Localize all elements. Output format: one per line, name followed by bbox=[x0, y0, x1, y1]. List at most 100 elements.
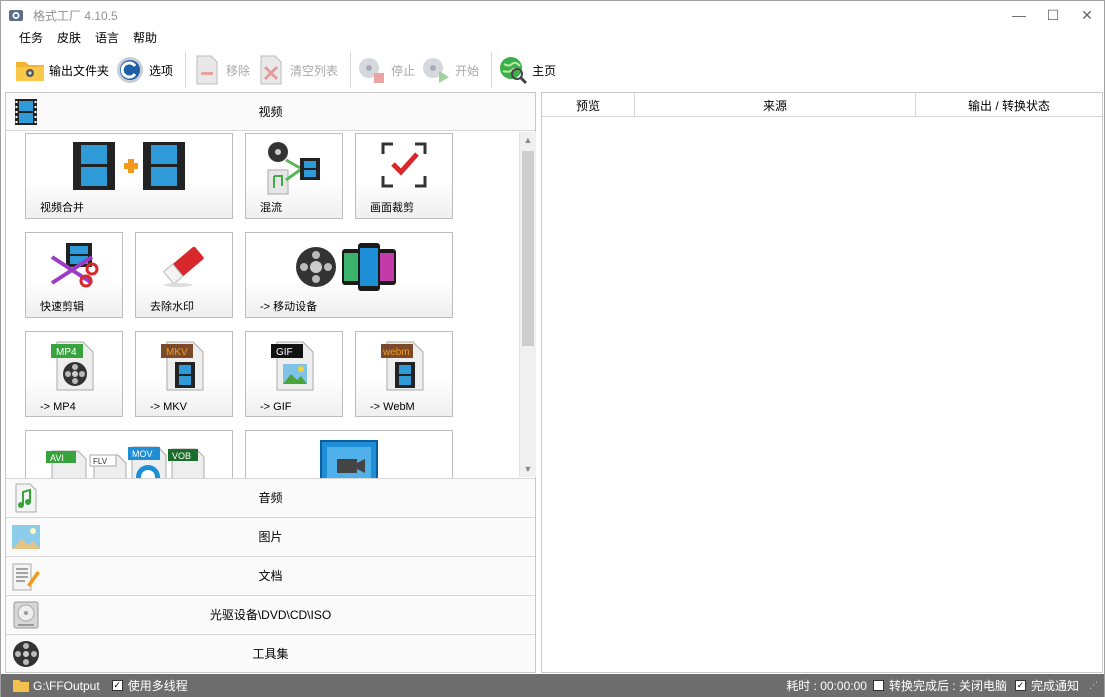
category-document[interactable]: 文档 bbox=[6, 556, 535, 594]
category-video-label: 视频 bbox=[258, 105, 283, 119]
tile-remove-watermark-label: 去除水印 bbox=[150, 301, 194, 313]
app-window: 格式工厂 4.10.5 — ☐ ✕ 任务 皮肤 语言 帮助 输出文件夹 选项 移… bbox=[0, 0, 1105, 697]
notify-checkbox[interactable]: ✓ bbox=[1014, 680, 1026, 691]
category-tools-label: 工具集 bbox=[252, 647, 289, 661]
output-folder-label: 输出文件夹 bbox=[49, 63, 110, 78]
tile-grid-scrollbar[interactable]: ▲ ▼ bbox=[519, 132, 536, 477]
stop-button[interactable]: 停止 bbox=[357, 53, 415, 87]
task-table-header: 预览 来源 输出 / 转换状态 bbox=[542, 93, 1102, 117]
mux-icon bbox=[246, 140, 342, 196]
avi-badge-text: AVI bbox=[50, 453, 64, 463]
options-button[interactable]: 选项 bbox=[115, 53, 173, 87]
multithread-checkbox[interactable]: ✓ bbox=[111, 680, 123, 691]
tile-crop[interactable]: 画面裁剪 bbox=[355, 133, 453, 219]
tile-screen-record[interactable] bbox=[245, 430, 453, 478]
mkv-file-icon: MKV bbox=[136, 338, 232, 392]
document-pencil-icon bbox=[10, 560, 42, 592]
resize-grip-icon[interactable]: ⋰ bbox=[1089, 680, 1098, 691]
menu-bar: 任务 皮肤 语言 帮助 bbox=[1, 29, 171, 47]
remove-button[interactable]: 移除 bbox=[192, 53, 250, 87]
menu-help[interactable]: 帮助 bbox=[133, 29, 157, 47]
start-icon bbox=[421, 55, 451, 85]
screen-record-icon bbox=[246, 437, 452, 478]
scrollbar-thumb[interactable] bbox=[522, 151, 534, 346]
video-film-icon bbox=[10, 96, 42, 128]
category-rom-device[interactable]: 光驱设备\DVD\CD\ISO bbox=[6, 595, 535, 633]
multithread-label: 使用多线程 bbox=[127, 679, 188, 693]
window-title: 格式工厂 4.10.5 bbox=[33, 8, 118, 23]
category-image-label: 图片 bbox=[258, 530, 283, 544]
gif-badge-text: GIF bbox=[276, 347, 293, 358]
status-bar: G:\FFOutput ✓ 使用多线程 耗时 : 00:00:00 转换完成后 … bbox=[1, 674, 1104, 697]
toolbar-divider bbox=[350, 52, 352, 88]
tile-to-gif[interactable]: GIF -> GIF bbox=[245, 331, 343, 417]
category-tools[interactable]: 工具集 bbox=[6, 634, 535, 672]
tile-to-mkv[interactable]: MKV -> MKV bbox=[135, 331, 233, 417]
tile-quick-clip[interactable]: 快速剪辑 bbox=[25, 232, 123, 318]
app-logo-icon bbox=[7, 6, 25, 24]
category-video[interactable]: 视频 bbox=[6, 93, 535, 131]
elapsed-time: 耗时 : 00:00:00 bbox=[786, 679, 867, 693]
mp4-badge-text: MP4 bbox=[56, 347, 77, 358]
col-preview[interactable]: 预览 bbox=[542, 93, 635, 117]
clear-list-icon bbox=[256, 55, 286, 85]
image-picture-icon bbox=[10, 521, 42, 553]
mobile-device-icon bbox=[246, 239, 452, 295]
tile-mux[interactable]: 混流 bbox=[245, 133, 343, 219]
tile-mux-label: 混流 bbox=[260, 202, 282, 214]
tools-reel-icon bbox=[10, 638, 42, 670]
tile-multi-format[interactable]: AVI FLV MOV VOB bbox=[25, 430, 233, 478]
mp4-file-icon: MP4 bbox=[26, 338, 122, 392]
maximize-button[interactable]: ☐ bbox=[1036, 1, 1070, 29]
tile-to-webm[interactable]: webm -> WebM bbox=[355, 331, 453, 417]
tile-to-mp4[interactable]: MP4 -> MP4 bbox=[25, 331, 123, 417]
eraser-icon bbox=[136, 239, 232, 291]
output-path[interactable]: G:\FFOutput bbox=[33, 679, 100, 693]
shutdown-after-label: 转换完成后 : 关闭电脑 bbox=[888, 679, 1007, 693]
menu-language[interactable]: 语言 bbox=[95, 29, 119, 47]
menu-skin[interactable]: 皮肤 bbox=[57, 29, 81, 47]
category-pane: 视频 视频合并 混流 画面裁剪 快速剪辑 去除水印 -> 移动设备 MP4 ->… bbox=[5, 92, 536, 673]
shutdown-after-checkbox[interactable] bbox=[872, 680, 884, 691]
remove-label: 移除 bbox=[226, 63, 251, 78]
tile-remove-watermark[interactable]: 去除水印 bbox=[135, 232, 233, 318]
mkv-badge-text: MKV bbox=[166, 347, 188, 358]
scroll-down-arrow-icon[interactable]: ▼ bbox=[520, 461, 536, 477]
tile-to-gif-label: -> GIF bbox=[260, 401, 292, 413]
home-label: 主页 bbox=[532, 63, 557, 78]
crop-icon bbox=[356, 140, 452, 190]
toolbar: 输出文件夹 选项 移除 清空列表 停止 开始 主页 bbox=[1, 52, 1104, 88]
category-rom-device-label: 光驱设备\DVD\CD\ISO bbox=[209, 608, 332, 622]
tile-mobile-device[interactable]: -> 移动设备 bbox=[245, 232, 453, 318]
home-button[interactable]: 主页 bbox=[498, 53, 556, 87]
col-output-status[interactable]: 输出 / 转换状态 bbox=[916, 93, 1102, 117]
minimize-button[interactable]: — bbox=[1002, 1, 1036, 29]
tile-to-webm-label: -> WebM bbox=[370, 401, 415, 413]
webm-file-icon: webm bbox=[356, 338, 452, 392]
start-label: 开始 bbox=[455, 63, 480, 78]
home-globe-icon bbox=[498, 55, 528, 85]
start-button[interactable]: 开始 bbox=[421, 53, 479, 87]
menu-task[interactable]: 任务 bbox=[19, 29, 43, 47]
video-function-grid: 视频合并 混流 画面裁剪 快速剪辑 去除水印 -> 移动设备 MP4 -> MP… bbox=[6, 132, 520, 478]
audio-note-icon bbox=[10, 482, 42, 514]
col-source[interactable]: 来源 bbox=[635, 93, 916, 117]
tile-crop-label: 画面裁剪 bbox=[370, 202, 414, 214]
flv-badge-text: FLV bbox=[93, 457, 108, 466]
optical-drive-icon bbox=[10, 599, 42, 631]
close-button[interactable]: ✕ bbox=[1070, 1, 1104, 29]
tile-video-merge[interactable]: 视频合并 bbox=[25, 133, 233, 219]
clear-list-button[interactable]: 清空列表 bbox=[256, 53, 338, 87]
clear-list-label: 清空列表 bbox=[290, 63, 339, 78]
folder-icon bbox=[15, 55, 45, 85]
category-image[interactable]: 图片 bbox=[6, 517, 535, 555]
output-folder-status-icon[interactable] bbox=[13, 679, 29, 692]
output-folder-button[interactable]: 输出文件夹 bbox=[15, 53, 109, 87]
scroll-up-arrow-icon[interactable]: ▲ bbox=[520, 132, 536, 148]
tile-to-mkv-label: -> MKV bbox=[150, 401, 187, 413]
tile-video-merge-label: 视频合并 bbox=[40, 202, 84, 214]
remove-file-icon bbox=[192, 55, 222, 85]
video-merge-icon bbox=[26, 140, 232, 192]
stop-label: 停止 bbox=[391, 63, 416, 78]
category-audio[interactable]: 音频 bbox=[6, 478, 535, 516]
